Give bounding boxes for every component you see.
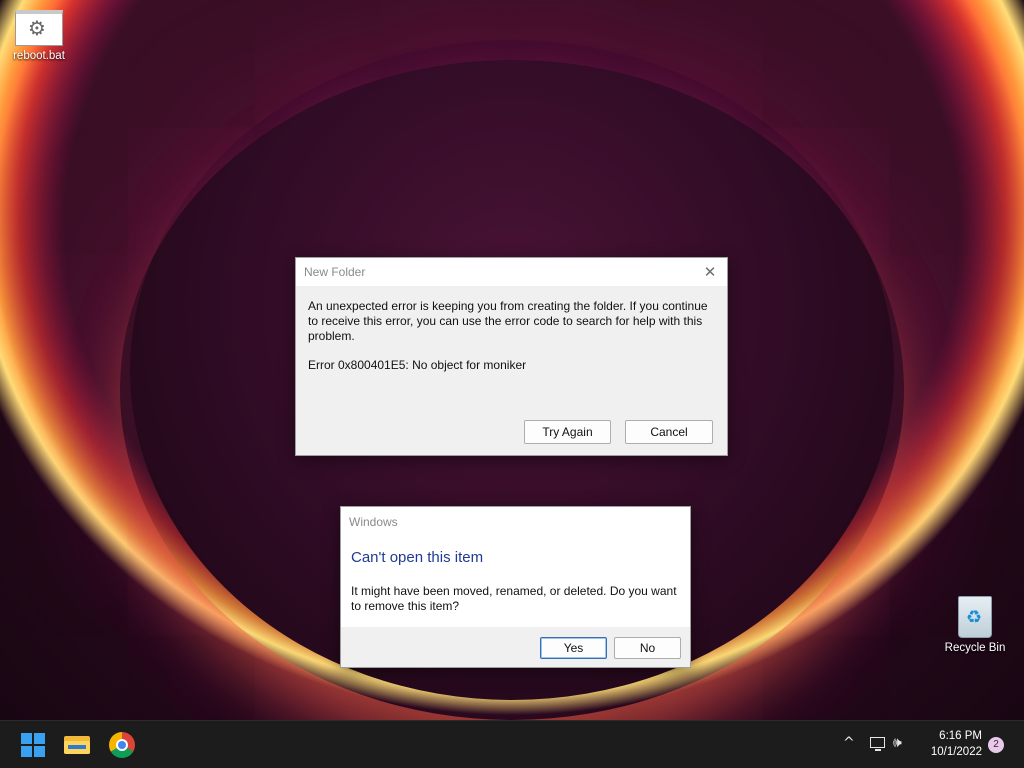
desktop-icon-reboot-bat[interactable]: ⚙ reboot.bat <box>8 10 70 62</box>
cancel-button[interactable]: Cancel <box>625 420 713 444</box>
clock-date: 10/1/2022 <box>930 746 982 758</box>
desktop-icon-label: reboot.bat <box>13 50 65 62</box>
desktop-icon-label: Recycle Bin <box>944 642 1006 654</box>
volume-icon[interactable]: 🕪 <box>893 735 902 751</box>
start-tile <box>21 733 32 744</box>
clock[interactable]: 6:16 PM 10/1/2022 <box>920 728 982 760</box>
yes-button[interactable]: Yes <box>540 637 607 659</box>
start-tile <box>34 733 45 744</box>
network-screen <box>870 737 885 748</box>
dialog-message: It might have been moved, renamed, or de… <box>351 584 677 613</box>
taskbar: ^ 🕪 6:16 PM 10/1/2022 2 <box>0 720 1024 768</box>
close-icon[interactable]: ✕ <box>699 261 721 283</box>
start-tile <box>21 746 32 757</box>
new-folder-error-dialog: New Folder ✕ An unexpected error is keep… <box>295 257 728 456</box>
dialog-content-area: Windows Can't open this item It might ha… <box>341 507 690 627</box>
clock-time: 6:16 PM <box>939 730 982 742</box>
notification-badge[interactable]: 2 <box>988 737 1004 753</box>
gear-icon: ⚙ <box>15 10 63 46</box>
desktop-icon-recycle-bin[interactable]: ♻ Recycle Bin <box>940 596 1010 654</box>
chrome-icon[interactable] <box>108 731 136 759</box>
dialog-title: Windows <box>349 515 398 529</box>
windows-start-icon[interactable] <box>19 731 47 759</box>
network-icon[interactable] <box>868 735 888 753</box>
no-button[interactable]: No <box>614 637 681 659</box>
try-again-button[interactable]: Try Again <box>524 420 611 444</box>
dialog-title: New Folder <box>304 265 366 279</box>
error-code-text: Error 0x800401E5: No object for moniker <box>308 358 527 372</box>
recycle-bin-icon: ♻ <box>958 596 992 638</box>
cant-open-item-dialog: Windows Can't open this item It might ha… <box>340 506 691 668</box>
dialog-heading: Can't open this item <box>351 549 484 566</box>
folder-strip <box>68 745 86 749</box>
file-explorer-icon[interactable] <box>63 731 91 759</box>
start-tile <box>34 746 45 757</box>
dialog-message: An unexpected error is keeping you from … <box>308 299 708 343</box>
dialog-titlebar[interactable]: New Folder ✕ <box>296 258 727 286</box>
chrome-core <box>118 741 126 749</box>
network-stand <box>875 749 881 751</box>
chevron-up-icon[interactable]: ^ <box>843 735 855 751</box>
